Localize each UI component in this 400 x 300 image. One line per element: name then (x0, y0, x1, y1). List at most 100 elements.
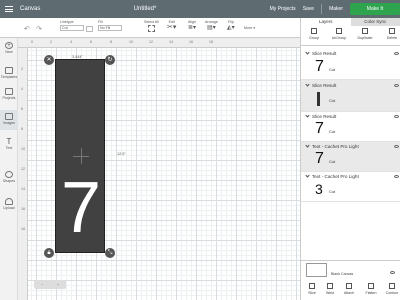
zoom-out-icon[interactable]: − (41, 282, 43, 287)
more-button[interactable]: More ▾ (244, 26, 255, 30)
tool-label: New (5, 50, 13, 54)
rotate-handle-icon[interactable]: ↻ (105, 55, 115, 65)
redo-icon[interactable]: ↷ (36, 25, 42, 33)
chevron-down-icon (305, 173, 310, 178)
action-label: Delete (386, 36, 398, 40)
ruler-tick: 4 (70, 40, 72, 44)
plus-icon: + (5, 42, 13, 49)
ruler-tick: 6 (90, 40, 92, 44)
zoom-control[interactable]: − + (34, 280, 66, 289)
undo-icon[interactable]: ↶ (24, 25, 30, 33)
ruler-tick: 16 (21, 207, 25, 211)
delete-button[interactable]: Delete (381, 28, 400, 40)
attach-icon (346, 283, 352, 289)
layer-operation: Cut (329, 159, 336, 164)
zoom-in-icon[interactable]: + (57, 282, 59, 287)
chevron-down-icon (305, 50, 310, 55)
ruler-tick: 18 (209, 40, 213, 44)
contour-button[interactable]: Contour (383, 283, 400, 295)
resize-handle-icon[interactable]: ⤡ (105, 248, 115, 258)
layer-item[interactable]: Text - Cachet Pro Light 3 Cut (301, 172, 400, 202)
machine-select[interactable]: Maker (329, 6, 343, 12)
ruler-tick: 10 (129, 40, 133, 44)
save-button[interactable]: Save (303, 6, 314, 12)
selected-shape[interactable]: 7 (55, 59, 105, 253)
tool-text[interactable]: T Text (0, 138, 18, 151)
blank-canvas-swatch[interactable] (306, 263, 327, 277)
panel-bottom: Blank Canvas Slice Weld Attach Flatten C… (301, 260, 400, 300)
document-title: Untitled* (133, 6, 157, 12)
lock-handle-icon[interactable]: 🔒︎ (44, 248, 54, 258)
left-tool-bar: + New Templates Projects Images T Text Sha… (0, 38, 18, 300)
align-button[interactable]: Align ≣▾ (188, 20, 196, 32)
contour-icon (389, 283, 395, 289)
tool-templates[interactable]: Templates (0, 67, 18, 79)
group-button[interactable]: Group (303, 28, 325, 40)
chevron-down-icon: ▾ (253, 26, 256, 30)
fill-select[interactable]: No Fill (98, 25, 122, 31)
tool-images[interactable]: Images (0, 110, 18, 130)
layer-title: Slice Result (301, 50, 400, 58)
tab-layers[interactable]: Layers (301, 18, 351, 26)
tool-projects[interactable]: Projects (0, 88, 18, 100)
linetype-group: Linetype Cut (60, 20, 84, 31)
slice-button[interactable]: Slice (303, 283, 321, 295)
linetype-label: Linetype (60, 20, 74, 24)
linetype-select[interactable]: Cut (60, 25, 84, 31)
tool-shapes[interactable]: Shapes (0, 171, 18, 183)
group-icon (311, 28, 317, 34)
layer-item[interactable]: Text - Cachet Pro Light 7 Cut (301, 142, 400, 172)
ungroup-button[interactable]: UnGroup (328, 28, 350, 40)
tool-upload[interactable]: Upload (0, 198, 18, 210)
layer-title: Text - Cachet Pro Light (301, 173, 400, 181)
tool-new[interactable]: + New (0, 42, 18, 54)
layer-item[interactable]: Slice Result I Cut (301, 80, 400, 112)
shirt-icon (5, 67, 13, 74)
eye-icon[interactable] (394, 115, 399, 118)
eye-icon[interactable] (390, 271, 395, 274)
select-all-label: Select All (144, 20, 159, 24)
layer-operation: Cut (329, 129, 336, 134)
select-all-button[interactable]: Select All (144, 20, 159, 32)
flatten-button[interactable]: Flatten (362, 283, 380, 295)
eye-icon[interactable] (394, 175, 399, 178)
chevron-down-icon (305, 82, 310, 87)
eye-icon[interactable] (394, 52, 399, 55)
images-icon (5, 113, 13, 120)
arrange-button[interactable]: Arrange ▤▾ (205, 20, 218, 32)
attach-button[interactable]: Attach (340, 283, 358, 295)
layer-title-text: Slice Result (312, 83, 337, 88)
action-label: Flatten (365, 291, 377, 295)
weld-button[interactable]: Weld (321, 283, 339, 295)
align-icon: ≣▾ (188, 25, 197, 31)
height-dimension: 12.5" (117, 152, 126, 156)
duplicate-button[interactable]: Duplicate (354, 28, 376, 40)
tab-color-sync[interactable]: Color Sync (350, 18, 400, 26)
layer-item[interactable]: Slice Result 7 Cut (301, 46, 400, 80)
blank-canvas-label: Blank Canvas (331, 272, 354, 276)
layer-title-text: Slice Result (312, 114, 337, 119)
flip-button[interactable]: Flip ◭▾ (227, 20, 235, 32)
chevron-down-icon (305, 113, 310, 118)
arrange-icon: ▤▾ (207, 25, 216, 31)
edit-button[interactable]: Edit ✂▾ (167, 20, 176, 32)
tool-label: Projects (2, 96, 16, 100)
layer-title: Slice Result (301, 82, 400, 90)
delete-handle-icon[interactable]: ✕ (44, 55, 54, 65)
divider (321, 4, 323, 14)
fill-group: Fill No Fill (98, 20, 122, 31)
eye-icon[interactable] (394, 84, 399, 87)
linetype-color-swatch[interactable] (86, 20, 93, 32)
upload-icon (5, 198, 13, 205)
layer-item[interactable]: Slice Result 7 Cut (301, 112, 400, 142)
action-label: Slice (308, 291, 316, 295)
make-it-button[interactable]: Make It (350, 3, 400, 15)
layer-operation: Cut (329, 98, 336, 103)
my-projects-link[interactable]: My Projects (270, 6, 296, 12)
ruler-top: 0 2 4 6 8 10 12 14 16 18 (18, 38, 300, 48)
layer-title-text: Slice Result (312, 51, 337, 56)
projects-icon (5, 88, 13, 95)
eye-icon[interactable] (394, 145, 399, 148)
weld-icon (327, 283, 333, 289)
edit-toolbar: ↶ ↷ Linetype Cut Fill No Fill Select All… (0, 18, 300, 38)
